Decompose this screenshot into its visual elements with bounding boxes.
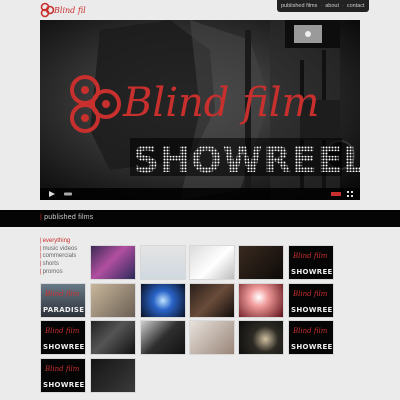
thumb-label: SHOWREEL [291,343,334,351]
thumb-showreel-4[interactable]: SHOWREEL Blind film [288,320,334,355]
thumb-woman-hair[interactable] [189,245,235,280]
nav-about[interactable]: about [325,3,339,9]
nav-contact[interactable]: contact [347,3,365,9]
thumb-label: SHOWREEL [43,343,86,351]
thumb-brand-mark: Blind film [293,290,328,298]
thumb-bokeh[interactable] [238,320,284,355]
thumb-brand-mark: Blind film [293,252,328,260]
section-title: published films [44,214,94,221]
thumb-neon-singer[interactable] [90,245,136,280]
svg-text:Blind film: Blind film [53,6,86,15]
thumb-night-scene[interactable] [90,358,136,393]
fullscreen-icon[interactable] [344,188,356,200]
nav-published-films[interactable]: published films [281,3,317,9]
thumb-blue-lights[interactable] [140,283,186,318]
nav-separator: · [342,3,344,9]
thumb-brand-mark: Blind film [45,327,80,335]
filter-everything[interactable]: |everything [40,238,90,246]
top-bar: Blind film published films · about · con… [0,0,400,20]
thumb-showreel-1[interactable]: SHOWREEL Blind film [288,245,334,280]
thumb-dark-portrait[interactable] [238,245,284,280]
video-title-text: SHOWREEL [133,140,360,181]
filter-commercials[interactable]: |commercials [40,253,90,261]
thumb-label: SHOWREEL [291,306,334,314]
thumb-chef[interactable] [90,320,136,355]
thumb-showreel-3[interactable]: SHOWREEL Blind film [40,320,86,355]
thumb-couple[interactable] [140,320,186,355]
thumb-brand-mark: Blind film [293,327,328,335]
thumb-label: SHOWREEL [43,381,86,389]
player-controls [40,188,360,200]
video-brand-text: Blind film [122,80,319,126]
thumb-brand-mark: Blind film [45,365,80,373]
filter-music-videos[interactable]: |music videos [40,246,90,254]
filter-shorts[interactable]: |shorts [40,261,90,269]
top-nav: published films · about · contact [277,0,369,12]
filter-promos[interactable]: |promos [40,269,90,277]
nav-separator: · [320,3,323,9]
thumb-brand-mark: Blind film [45,290,80,298]
video-player[interactable]: Blind film SHOWREEL [40,20,360,200]
thumb-paradise[interactable]: PARADISE Blind film [40,283,86,318]
brand-logo[interactable]: Blind film [40,2,86,18]
volume-icon[interactable] [62,188,74,200]
thumb-woman-closeup[interactable] [189,320,235,355]
thumb-man-blue-shirt[interactable] [140,245,186,280]
thumb-label: PARADISE [43,306,85,314]
thumb-office[interactable] [90,283,136,318]
video-frame: Blind film SHOWREEL [40,20,360,200]
thumb-label: SHOWREEL [291,268,334,276]
thumb-showreel-2[interactable]: SHOWREEL Blind film [288,283,334,318]
thumb-man-dark[interactable] [189,283,235,318]
hd-icon[interactable] [330,188,342,200]
section-heading: | published films [40,214,93,221]
thumb-smoke-red[interactable] [238,283,284,318]
filter-list: |everything |music videos |commercials |… [40,238,90,277]
play-icon[interactable] [46,188,58,200]
thumb-showreel-5[interactable]: SHOWREEL Blind film [40,358,86,393]
